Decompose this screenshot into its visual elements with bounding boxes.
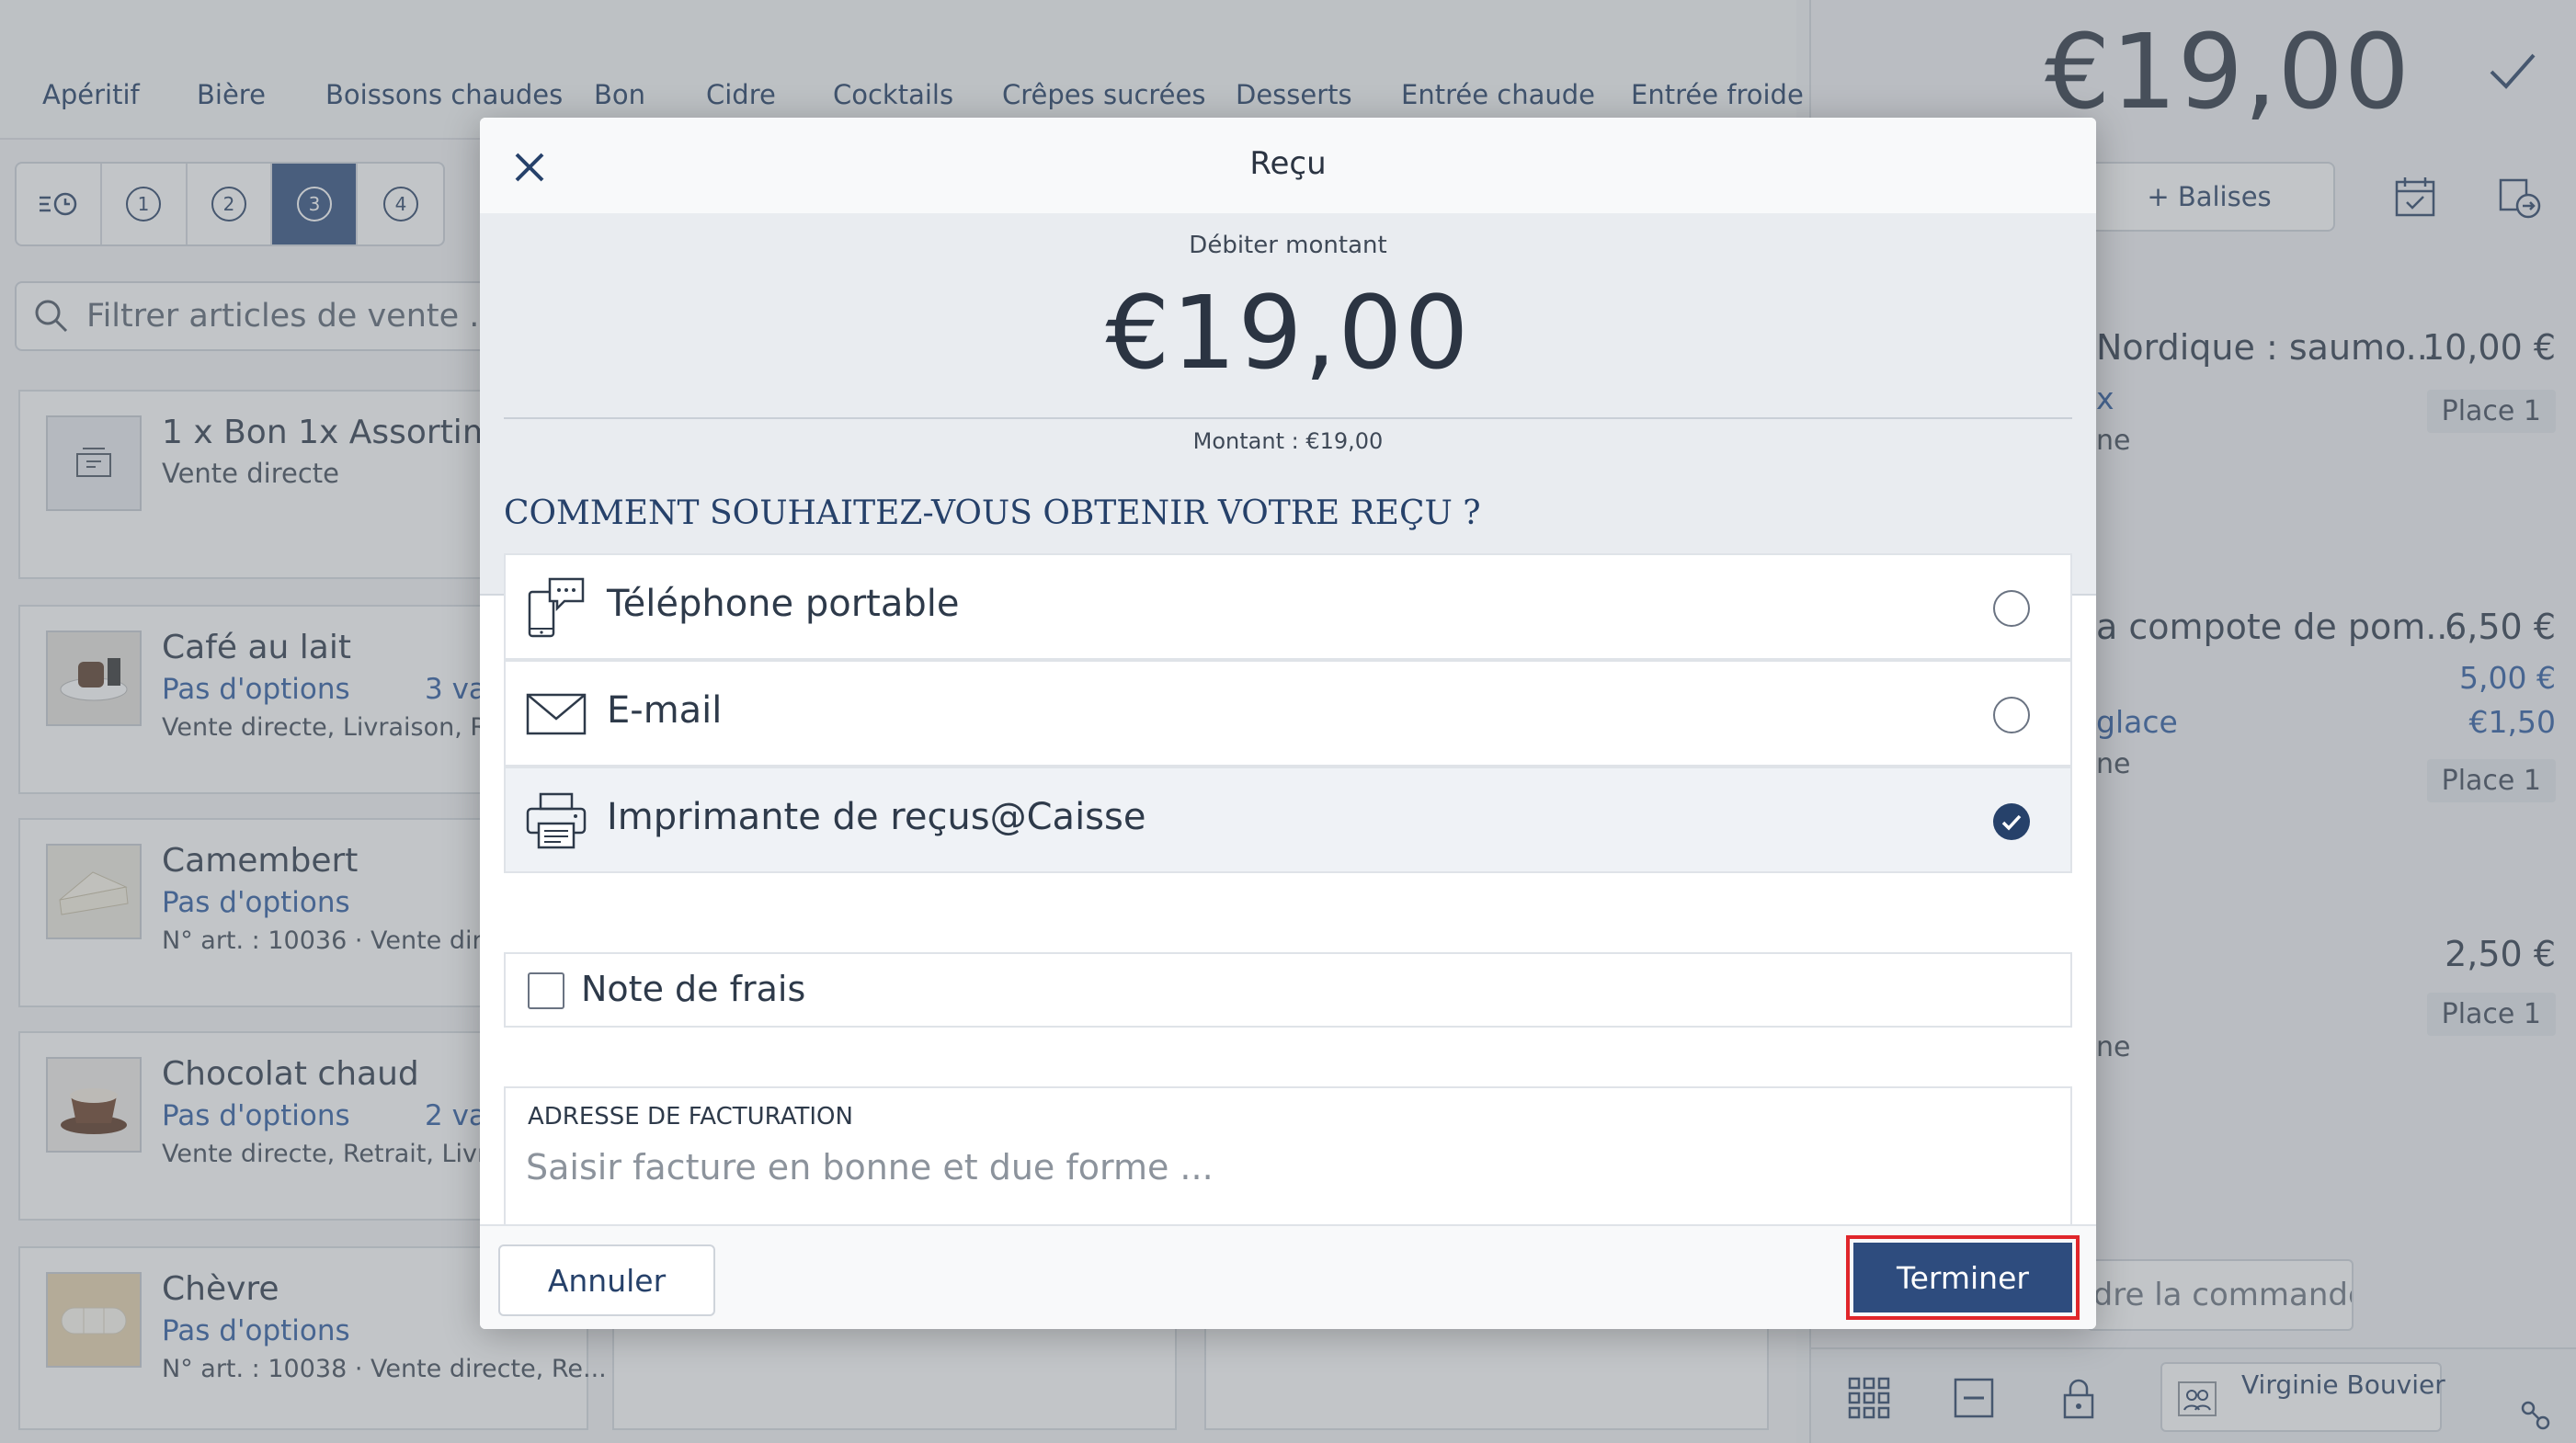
- charge-amount-label: Débiter montant: [1189, 232, 1387, 259]
- cancel-button[interactable]: Annuler: [498, 1244, 715, 1316]
- amount-detail: Montant : €19,00: [1192, 428, 1384, 454]
- mobile-phone-icon: [528, 577, 585, 638]
- dialog-footer: Annuler Terminer: [480, 1224, 2096, 1329]
- option-mobile-phone[interactable]: Téléphone portable: [504, 553, 2072, 660]
- option-radio-selected[interactable]: [1993, 803, 2030, 840]
- divider: [504, 417, 2072, 419]
- billing-address-input[interactable]: [526, 1142, 2034, 1193]
- envelope-icon: [526, 693, 587, 735]
- option-receipt-printer[interactable]: Imprimante de reçus@Caisse: [504, 767, 2072, 873]
- checkmark-icon: [2001, 814, 2022, 831]
- dialog-header: Reçu: [480, 118, 2096, 213]
- receipt-question: COMMENT SOUHAITEZ-VOUS OBTENIR VOTRE REÇ…: [504, 494, 1481, 532]
- option-radio[interactable]: [1993, 590, 2030, 627]
- billing-address-label: ADRESSE DE FACTURATION: [528, 1103, 853, 1131]
- charge-amount: €19,00: [1105, 274, 1471, 392]
- finish-button[interactable]: Terminer: [1853, 1243, 2072, 1312]
- printer-icon: [526, 792, 587, 849]
- billing-address-section: ADRESSE DE FACTURATION: [504, 1086, 2072, 1233]
- option-label: E-mail: [607, 689, 723, 732]
- dialog-title: Reçu: [1249, 145, 1327, 182]
- option-label: Imprimante de reçus@Caisse: [607, 796, 1146, 838]
- expense-note-checkbox[interactable]: [528, 972, 564, 1009]
- finish-button-highlight: Terminer: [1846, 1235, 2080, 1320]
- expense-note-row[interactable]: Note de frais: [504, 952, 2072, 1028]
- amount-summary: [480, 213, 2096, 596]
- option-radio[interactable]: [1993, 697, 2030, 733]
- expense-note-label: Note de frais: [581, 969, 806, 1009]
- option-label: Téléphone portable: [607, 583, 960, 625]
- option-email[interactable]: E-mail: [504, 660, 2072, 767]
- receipt-dialog: Reçu Débiter montant €19,00 Montant : €1…: [480, 118, 2096, 1329]
